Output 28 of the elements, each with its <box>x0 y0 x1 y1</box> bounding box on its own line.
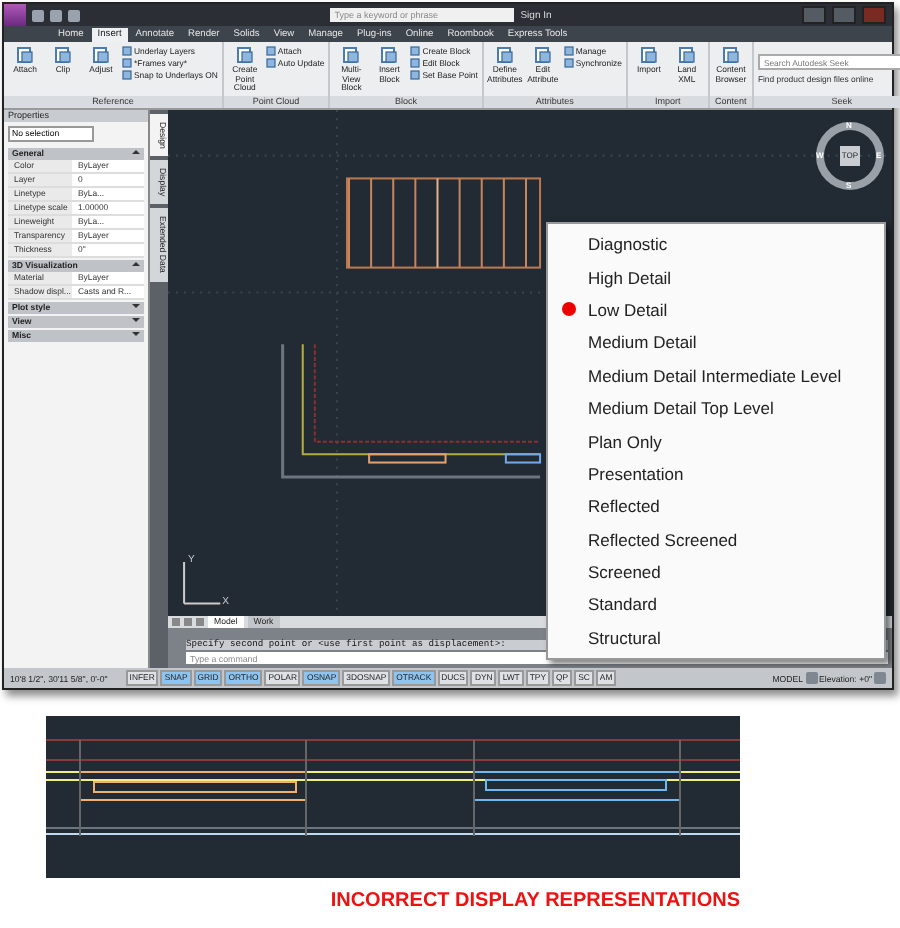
menu-item[interactable]: Reflected Screened <box>548 523 884 556</box>
caption: INCORRECT DISPLAY REPRESENTATIONS <box>328 890 740 912</box>
close-button[interactable] <box>862 6 887 24</box>
status-tool-icon[interactable] <box>874 672 886 684</box>
new-icon[interactable] <box>32 9 44 21</box>
document-icon <box>92 46 110 64</box>
document-icon <box>16 46 34 64</box>
document-icon <box>721 46 740 64</box>
collapse-icon <box>132 260 140 268</box>
menu-item[interactable]: High Detail <box>548 260 884 294</box>
menu-item[interactable]: Standard <box>548 588 884 622</box>
menu-item[interactable]: Medium Detail Intermediate Level <box>548 359 884 392</box>
menu-item[interactable]: Presentation <box>548 457 884 491</box>
menu-item[interactable]: Diagnostic <box>548 228 884 261</box>
collapse-icon <box>132 148 140 156</box>
minimize-button[interactable] <box>802 6 827 24</box>
menu-item[interactable]: Medium Detail <box>548 326 884 360</box>
save-icon[interactable] <box>68 9 80 21</box>
menu-item[interactable]: Reflected <box>548 490 884 524</box>
menu-item[interactable]: Screened <box>548 555 884 589</box>
document-icon <box>54 46 72 64</box>
status-tool-icon[interactable] <box>805 672 817 684</box>
menu-item[interactable]: Medium Detail Top Level <box>548 391 884 425</box>
open-icon[interactable] <box>50 9 62 21</box>
document-icon <box>235 46 254 64</box>
maximize-button[interactable] <box>832 6 857 24</box>
menu-item[interactable]: Low Detail <box>548 293 884 327</box>
menu-item[interactable]: Plan Only <box>548 424 884 458</box>
